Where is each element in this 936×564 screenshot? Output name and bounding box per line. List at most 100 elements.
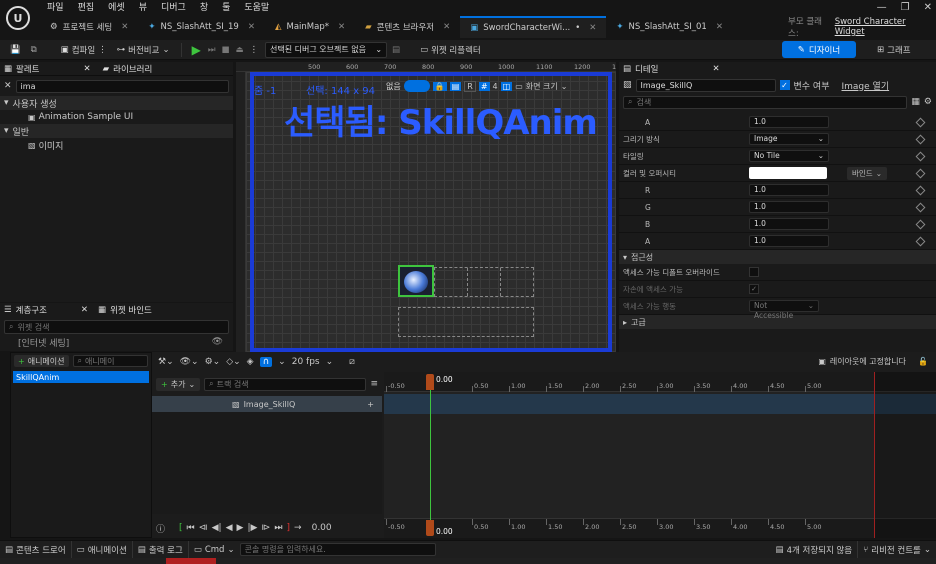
color-swatch[interactable] (749, 167, 827, 179)
lock-icon[interactable]: 🔓 (918, 357, 928, 366)
widget-reflector-button[interactable]: ▭ 위젯 리플렉터 (415, 41, 486, 59)
animation-list-item[interactable]: SkillQAnim (13, 371, 149, 383)
widget-name-input[interactable]: Image_SkillQ (635, 78, 776, 92)
diff-button[interactable]: ⊶ 버전비교 ⌄ (112, 41, 175, 59)
keyframe-diamond-icon[interactable] (915, 236, 926, 246)
reverse-icon[interactable]: ◀ (226, 523, 233, 533)
keyframe-diamond-icon[interactable] (915, 117, 926, 127)
step-forward-icon[interactable]: |▶ (247, 523, 257, 533)
play-button[interactable]: ▶ (188, 41, 205, 59)
palette-category[interactable]: ▾ 일반 (0, 124, 233, 138)
filter-icon[interactable]: ≡ (370, 379, 378, 389)
snap-icon[interactable]: ◫ (500, 81, 513, 91)
bind-button[interactable]: 바인드 ⌄ (847, 166, 887, 180)
dropdown-select[interactable]: Image ⌄ (749, 133, 829, 145)
close-icon[interactable]: ✕ (443, 22, 450, 32)
close-icon[interactable]: ✕ (716, 22, 723, 32)
palette-item[interactable]: ▣ Animation Sample UI (0, 110, 233, 124)
playhead-handle-bottom[interactable] (426, 520, 434, 536)
eye-icon[interactable]: 👁 (212, 337, 223, 347)
dropdown-select[interactable]: Not Accessible ⌄ (749, 300, 819, 320)
keyframe-diamond-icon[interactable] (915, 219, 926, 229)
next-key-icon[interactable]: ⧐ (261, 523, 270, 533)
key-icon[interactable]: ◇⌄ (226, 357, 240, 367)
keyframe-diamond-icon[interactable] (915, 185, 926, 195)
designer-canvas[interactable]: 500600700800900100011001200130014001500 … (236, 62, 616, 352)
dropdown-select[interactable]: No Tile ⌄ (749, 150, 829, 162)
loop-icon[interactable]: → (294, 523, 302, 533)
more-icon[interactable]: ⋮ (98, 45, 107, 55)
close-icon[interactable]: ✕ (338, 22, 345, 32)
play-options-button[interactable]: ⋮ (247, 41, 262, 59)
curve-editor-icon[interactable]: ⧄ (349, 357, 355, 367)
browse-button[interactable]: ⧉ (26, 41, 42, 59)
menu-item[interactable]: 뷰 (132, 0, 154, 16)
palette-search-input[interactable]: ima (15, 79, 229, 93)
playhead-handle[interactable] (426, 374, 434, 390)
close-icon[interactable]: ✕ (84, 64, 91, 74)
hierarchy-search-input[interactable]: ⌕ 위젯 검색 (4, 320, 229, 334)
menu-item[interactable]: 창 (193, 0, 215, 16)
close-icon[interactable]: ✕ (589, 23, 596, 33)
menu-item[interactable]: 도움말 (237, 0, 276, 16)
stop-button[interactable]: ■ (218, 41, 232, 59)
info-icon[interactable]: ⓘ (156, 522, 165, 535)
play-icon[interactable]: ▶ (237, 523, 244, 533)
palette-category[interactable]: ▾ 사용자 생성 (0, 96, 233, 110)
hierarchy-item[interactable]: [인터넷 세팅] 👁 (0, 337, 233, 347)
view-icon[interactable]: 👁⌄ (180, 357, 199, 367)
skill-image-widget[interactable] (398, 265, 434, 297)
slot-container[interactable] (434, 267, 534, 297)
unsaved-button[interactable]: ▤ 4개 저장되지 않음 (771, 541, 858, 559)
jump-start-icon[interactable]: ⏮ (187, 523, 195, 533)
fps-select[interactable]: 20 fps (292, 357, 320, 367)
track-row[interactable]: ▧ Image_SkillQ + (152, 396, 382, 412)
layout-icon[interactable]: ▤ (449, 81, 462, 91)
step-button[interactable]: ⏭ (205, 41, 219, 59)
tools-icon[interactable]: ⚒⌄ (158, 357, 174, 367)
add-animation-button[interactable]: + 애니메이션 (14, 355, 69, 367)
menu-item[interactable]: 툴 (215, 0, 237, 16)
animation-search-input[interactable]: ⌕ 애니메이 (72, 355, 148, 367)
keyframe-diamond-icon[interactable] (915, 134, 926, 144)
revision-control-button[interactable]: ⑂ 리비전 컨트롤 ⌄ (857, 540, 936, 559)
widget-bind-tab[interactable]: 위젯 바인드 (110, 304, 152, 316)
checkbox[interactable]: ✓ (749, 284, 759, 294)
clear-search-icon[interactable]: ✕ (4, 81, 12, 91)
debug-browse-button[interactable]: ▤ (387, 41, 405, 59)
menu-item[interactable]: 편집 (71, 0, 102, 16)
console-input[interactable]: 콘솔 명령을 입력하세요. (239, 543, 436, 556)
save-button[interactable]: 💾 (0, 41, 26, 59)
details-search-input[interactable]: ⌕ 검색 (623, 95, 908, 109)
document-tab[interactable]: ✦ NS_SlashAtt_SI_01 ✕ (606, 16, 733, 38)
number-field[interactable]: 1.0 (749, 235, 829, 247)
playback-options-icon[interactable]: ⚙⌄ (205, 357, 221, 367)
step-back-icon[interactable]: ◀| (212, 523, 222, 533)
close-icon[interactable]: ✕ (121, 22, 128, 32)
accessibility-category[interactable]: ▾ 접근성 (619, 250, 936, 264)
close-icon[interactable]: ✕ (924, 2, 932, 13)
is-variable-checkbox[interactable]: ✓ (779, 80, 790, 90)
document-tab[interactable]: ▣ SwordCharacterWi... • ✕ (460, 16, 607, 38)
maximize-icon[interactable]: ❐ (901, 2, 910, 13)
document-tab[interactable]: ◭ MainMap* ✕ (265, 16, 355, 38)
range-end-icon[interactable]: ] (287, 523, 291, 533)
timeline-area[interactable]: -0.50 0.50 1.00 1.50 2.00 2.50 3.00 3.50 4.00 4.5… (384, 372, 936, 538)
open-image-link[interactable]: Image 열기 (842, 79, 890, 92)
animation-drawer-button[interactable]: ▭ 애니메이션 (70, 540, 132, 559)
debug-object-select[interactable]: 선택된 디버그 오브젝트 없음 ⌄ (265, 41, 388, 58)
screen-size-button[interactable]: 화면 크기 (526, 81, 558, 92)
checkbox[interactable] (749, 267, 759, 277)
graph-button[interactable]: ⊞ 그래프 (872, 41, 916, 59)
grid-icon[interactable]: # (478, 81, 490, 91)
r-button[interactable]: R (464, 80, 476, 92)
document-tab[interactable]: ✦ NS_SlashAtt_SI_19 ✕ (138, 16, 265, 38)
snap-icon[interactable]: ∩ (259, 357, 273, 367)
close-icon[interactable]: ✕ (713, 64, 720, 74)
lock-icon[interactable]: 🔒 (432, 81, 447, 91)
close-icon[interactable]: ✕ (81, 305, 88, 315)
compile-button[interactable]: ▣ 컴파일 ⋮ (56, 41, 112, 59)
cmd-select[interactable]: ▭ Cmd ⌄ (187, 540, 240, 559)
menu-item[interactable]: 에셋 (101, 0, 132, 16)
add-track-icon[interactable]: + (367, 400, 374, 409)
